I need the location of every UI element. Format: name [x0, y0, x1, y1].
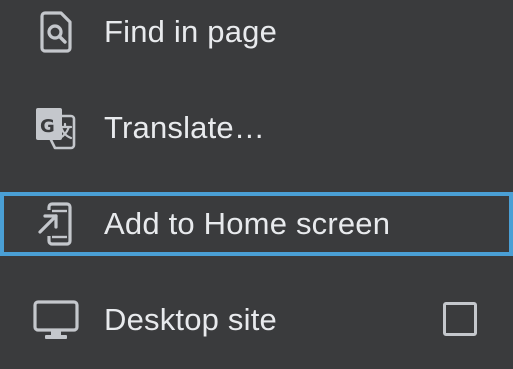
menu-item-label: Desktop site: [104, 302, 277, 337]
desktop-icon: [30, 294, 82, 346]
svg-text:G: G: [40, 116, 55, 137]
menu-item-find-in-page[interactable]: Find in page: [0, 0, 513, 64]
menu-item-add-to-home-screen[interactable]: Add to Home screen: [0, 192, 513, 256]
menu-item-label: Add to Home screen: [104, 206, 391, 241]
menu-item-label: Translate…: [104, 110, 266, 145]
add-to-home-screen-icon: [30, 198, 82, 250]
desktop-site-checkbox[interactable]: [443, 302, 477, 336]
menu-item-translate[interactable]: G Translate…: [0, 96, 513, 160]
menu-item-label: Find in page: [104, 14, 278, 49]
find-in-page-icon: [30, 6, 82, 58]
menu-item-desktop-site[interactable]: Desktop site: [0, 288, 513, 352]
overflow-menu: Find in page G Translate… Add to Home sc…: [0, 0, 513, 369]
translate-icon: G: [30, 102, 82, 154]
